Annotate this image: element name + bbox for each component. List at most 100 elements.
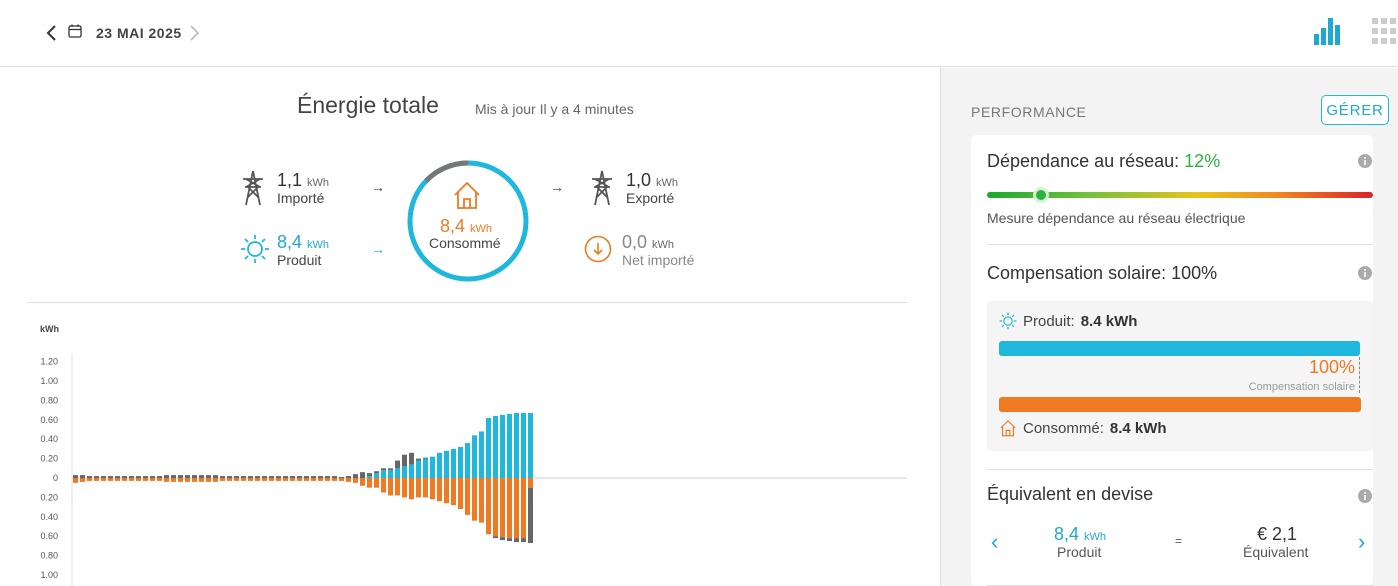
bar-imported: [143, 476, 148, 478]
bar-exported: [521, 538, 526, 543]
sun-icon: [241, 235, 269, 263]
net-imported-label: Net importé: [622, 252, 695, 268]
bar-imported: [381, 468, 386, 471]
produced-bar: [999, 341, 1360, 356]
y-tick-label: 0.20: [40, 492, 58, 502]
bar-consumed: [192, 478, 197, 482]
bar-imported: [122, 476, 127, 478]
chevron-right-icon[interactable]: [188, 24, 200, 42]
consumed-value: 8,4 kWh: [440, 216, 493, 236]
bar-imported: [276, 476, 281, 478]
manage-button[interactable]: GÉRER: [1321, 95, 1389, 125]
bar-consumed: [262, 478, 267, 481]
calendar-icon[interactable]: [68, 24, 82, 38]
y-tick-label: 0.60: [40, 531, 58, 541]
bar-consumed: [73, 478, 78, 483]
bar-consumed: [290, 478, 295, 481]
bar-chart-view-icon[interactable]: [1312, 16, 1342, 46]
bar-consumed: [185, 478, 190, 482]
bar-consumed: [465, 478, 470, 515]
y-tick-label: 0.80: [40, 551, 58, 561]
bar-produced: [486, 417, 491, 478]
bar-imported: [171, 475, 176, 478]
bar-consumed: [521, 478, 526, 539]
bar-imported: [178, 475, 183, 478]
bar-imported: [367, 473, 372, 477]
bar-produced: [472, 435, 477, 478]
bar-produced: [451, 448, 456, 478]
y-tick-label: 0.60: [40, 415, 58, 425]
bar-consumed: [374, 478, 379, 488]
divider: [987, 244, 1373, 245]
bar-imported: [213, 475, 218, 478]
bar-imported: [388, 468, 393, 471]
bar-imported: [87, 476, 92, 478]
bar-imported: [304, 476, 309, 478]
bar-consumed: [122, 478, 127, 481]
bar-imported: [129, 476, 134, 478]
bar-consumed: [486, 478, 491, 535]
bar-consumed: [143, 478, 148, 481]
bar-imported: [234, 476, 239, 478]
current-date[interactable]: 23 MAI 2025: [96, 25, 182, 41]
bar-consumed: [136, 478, 141, 481]
bar-consumed: [164, 478, 169, 482]
bar-consumed: [479, 478, 484, 523]
bar-exported: [500, 537, 505, 541]
compensation-produced-row: Produit: 8.4 kWh: [999, 312, 1137, 330]
bar-consumed: [451, 478, 456, 506]
bar-imported: [255, 476, 260, 478]
info-icon[interactable]: [1358, 266, 1372, 280]
bar-produced: [479, 431, 484, 478]
bar-consumed: [87, 478, 92, 481]
chevron-left-icon[interactable]: [44, 24, 60, 42]
grid-dependence-title: Dépendance au réseau: 12%: [987, 151, 1221, 171]
power-pylon-icon: [243, 170, 263, 206]
bar-produced: [458, 446, 463, 478]
info-icon[interactable]: [1358, 489, 1372, 503]
bar-consumed: [108, 478, 113, 481]
y-tick-label: 1.00: [40, 376, 58, 386]
arrow-icon: →: [550, 179, 564, 195]
bar-produced: [528, 413, 533, 478]
produced-value: 8,4 kWh: [277, 232, 330, 252]
bar-consumed: [199, 478, 204, 482]
bar-produced: [374, 473, 379, 478]
bar-consumed: [241, 478, 246, 481]
produced-label: Produit: [277, 252, 322, 268]
bar-consumed: [101, 478, 106, 481]
y-tick-label: 0.20: [40, 454, 58, 464]
bar-consumed: [150, 478, 155, 481]
bar-consumed: [276, 478, 281, 481]
bar-consumed: [472, 478, 477, 521]
bar-consumed: [283, 478, 288, 481]
bar-consumed: [115, 478, 120, 481]
bar-consumed: [157, 478, 162, 481]
bar-consumed: [325, 478, 330, 481]
bar-produced: [381, 470, 386, 478]
bar-imported: [115, 476, 120, 478]
bar-produced: [493, 415, 498, 478]
bar-consumed: [129, 478, 134, 481]
bar-produced: [507, 413, 512, 478]
grid-view-icon[interactable]: [1372, 18, 1398, 46]
bar-imported: [220, 476, 225, 478]
bar-consumed: [409, 478, 414, 500]
bar-consumed: [332, 478, 337, 481]
bar-imported: [283, 476, 288, 478]
bar-consumed: [94, 478, 99, 481]
info-icon[interactable]: [1358, 154, 1372, 168]
bar-imported: [360, 472, 365, 478]
bar-consumed: [395, 478, 400, 496]
next-arrow-button[interactable]: ›: [1358, 529, 1365, 555]
bar-consumed: [171, 478, 176, 482]
bar-consumed: [248, 478, 253, 481]
compensation-percent: 100%: [1308, 357, 1355, 377]
bar-imported: [73, 475, 78, 478]
bar-imported: [248, 476, 253, 478]
arrow-down-circle-icon: [584, 235, 612, 263]
divider: [987, 469, 1373, 470]
bar-consumed: [493, 478, 498, 537]
previous-arrow-button[interactable]: ‹: [991, 529, 998, 555]
bar-consumed: [423, 478, 428, 498]
